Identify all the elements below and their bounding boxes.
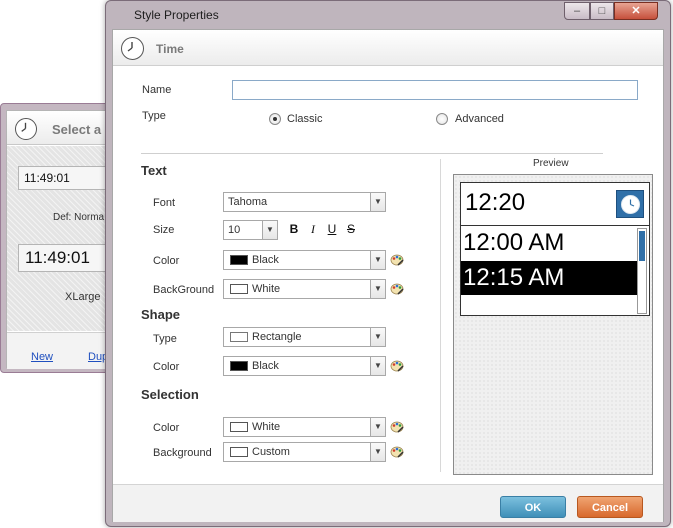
clock-icon	[15, 118, 37, 140]
cancel-button[interactable]: Cancel	[577, 496, 643, 518]
new-link[interactable]: New	[31, 351, 53, 363]
clock-icon	[121, 37, 144, 60]
section-divider	[141, 153, 603, 154]
text-background-label: BackGround	[153, 284, 215, 296]
background-window-title: Select a	[52, 122, 102, 137]
background-window: Select a 11:49:01 Def: Norma 11:49:01 XL…	[0, 103, 112, 373]
ok-button[interactable]: OK	[500, 496, 566, 518]
shape-section-title: Shape	[141, 307, 181, 322]
selection-background-combo[interactable]: Custom ▼	[223, 442, 386, 462]
shape-color-combo[interactable]: Black ▼	[223, 356, 386, 376]
dropdown-arrow-icon[interactable]: ▼	[262, 221, 277, 239]
selection-color-label: Color	[153, 422, 180, 434]
size-value: 10	[228, 224, 241, 236]
text-background-value: White	[252, 283, 281, 295]
clock-icon	[621, 195, 640, 214]
header-title: Time	[156, 42, 184, 56]
shape-type-value: Rectangle	[252, 331, 302, 343]
title-bar[interactable]: Style Properties – □ ✕	[106, 1, 670, 29]
advanced-radio[interactable]	[436, 113, 448, 125]
close-icon: ✕	[631, 5, 641, 17]
window-title: Style Properties	[134, 8, 219, 22]
text-section-title: Text	[141, 163, 167, 178]
dialog-client-area: Time Name Type Classic Advanced Text Fon…	[112, 29, 664, 522]
close-button[interactable]: ✕	[614, 2, 658, 20]
preview-panel: 12:20 12:00 AM 12:15 AM	[453, 174, 653, 475]
shape-type-label: Type	[153, 333, 177, 345]
palette-icon[interactable]	[389, 419, 405, 435]
italic-button[interactable]: I	[304, 220, 322, 238]
color-swatch	[230, 422, 248, 432]
color-swatch	[230, 361, 248, 371]
style-properties-dialog: Style Properties – □ ✕ Time Name Type Cl…	[105, 0, 671, 527]
advanced-radio-label: Advanced	[455, 113, 504, 125]
default-size-label: Def: Norma	[53, 212, 105, 223]
preview-list-item[interactable]: 12:00 AM	[461, 226, 637, 260]
minimize-button[interactable]: –	[564, 2, 590, 20]
scrollbar-thumb[interactable]	[639, 231, 645, 261]
maximize-icon: □	[598, 5, 606, 17]
time-display-large[interactable]: 11:49:01	[18, 244, 112, 272]
palette-icon[interactable]	[389, 358, 405, 374]
shape-type-combo[interactable]: Rectangle ▼	[223, 327, 386, 347]
text-color-value: Black	[252, 254, 279, 266]
dropdown-arrow-icon[interactable]: ▼	[370, 251, 385, 269]
dropdown-arrow-icon[interactable]: ▼	[370, 193, 385, 211]
classic-radio[interactable]	[269, 113, 281, 125]
dropdown-arrow-icon[interactable]: ▼	[370, 328, 385, 346]
preview-time-picker: 12:20 12:00 AM 12:15 AM	[460, 182, 650, 316]
font-value: Tahoma	[228, 196, 268, 208]
font-combo[interactable]: Tahoma ▼	[223, 192, 386, 212]
underline-button[interactable]: U	[323, 220, 341, 238]
size-label: XLarge	[65, 291, 101, 303]
palette-icon[interactable]	[389, 281, 405, 297]
size-label: Size	[153, 224, 175, 236]
background-window-header: Select a	[7, 111, 112, 145]
shape-swatch	[230, 332, 248, 342]
time-display-small[interactable]: 11:49:01	[18, 166, 112, 190]
header-bar: Time	[113, 30, 663, 66]
shape-color-value: Black	[252, 360, 279, 372]
preview-time: 12:20	[465, 189, 526, 216]
preview-clock-button[interactable]	[616, 190, 644, 218]
color-swatch	[230, 284, 248, 294]
preview-list-item-selected[interactable]: 12:15 AM	[461, 261, 637, 295]
palette-icon[interactable]	[389, 252, 405, 268]
bold-button[interactable]: B	[285, 220, 303, 238]
maximize-button[interactable]: □	[590, 2, 614, 20]
text-color-label: Color	[153, 255, 180, 267]
name-label: Name	[142, 84, 172, 96]
dropdown-arrow-icon[interactable]: ▼	[370, 280, 385, 298]
minimize-icon: –	[573, 5, 581, 17]
dropdown-arrow-icon[interactable]: ▼	[370, 443, 385, 461]
background-window-client: Select a 11:49:01 Def: Norma 11:49:01 XL…	[6, 110, 112, 369]
preview-scrollbar[interactable]	[637, 228, 647, 314]
preview-label: Preview	[533, 158, 569, 169]
color-swatch	[230, 255, 248, 265]
selection-color-value: White	[252, 421, 281, 433]
classic-radio-label: Classic	[287, 113, 323, 125]
size-combo[interactable]: 10 ▼	[223, 220, 278, 240]
preview-time-list: 12:00 AM 12:15 AM	[461, 225, 649, 315]
text-color-combo[interactable]: Black ▼	[223, 250, 386, 270]
selection-color-combo[interactable]: White ▼	[223, 417, 386, 437]
preview-divider	[440, 159, 441, 472]
name-input[interactable]	[232, 80, 638, 100]
selection-section-title: Selection	[141, 387, 199, 402]
shape-color-label: Color	[153, 361, 180, 373]
selection-background-label: Background	[153, 447, 212, 459]
strikethrough-button[interactable]: S	[342, 220, 360, 238]
type-label: Type	[142, 110, 166, 122]
selection-background-value: Custom	[252, 446, 290, 458]
palette-icon[interactable]	[389, 444, 405, 460]
color-swatch	[230, 447, 248, 457]
font-label: Font	[153, 197, 176, 209]
text-background-combo[interactable]: White ▼	[223, 279, 386, 299]
dropdown-arrow-icon[interactable]: ▼	[370, 418, 385, 436]
dropdown-arrow-icon[interactable]: ▼	[370, 357, 385, 375]
